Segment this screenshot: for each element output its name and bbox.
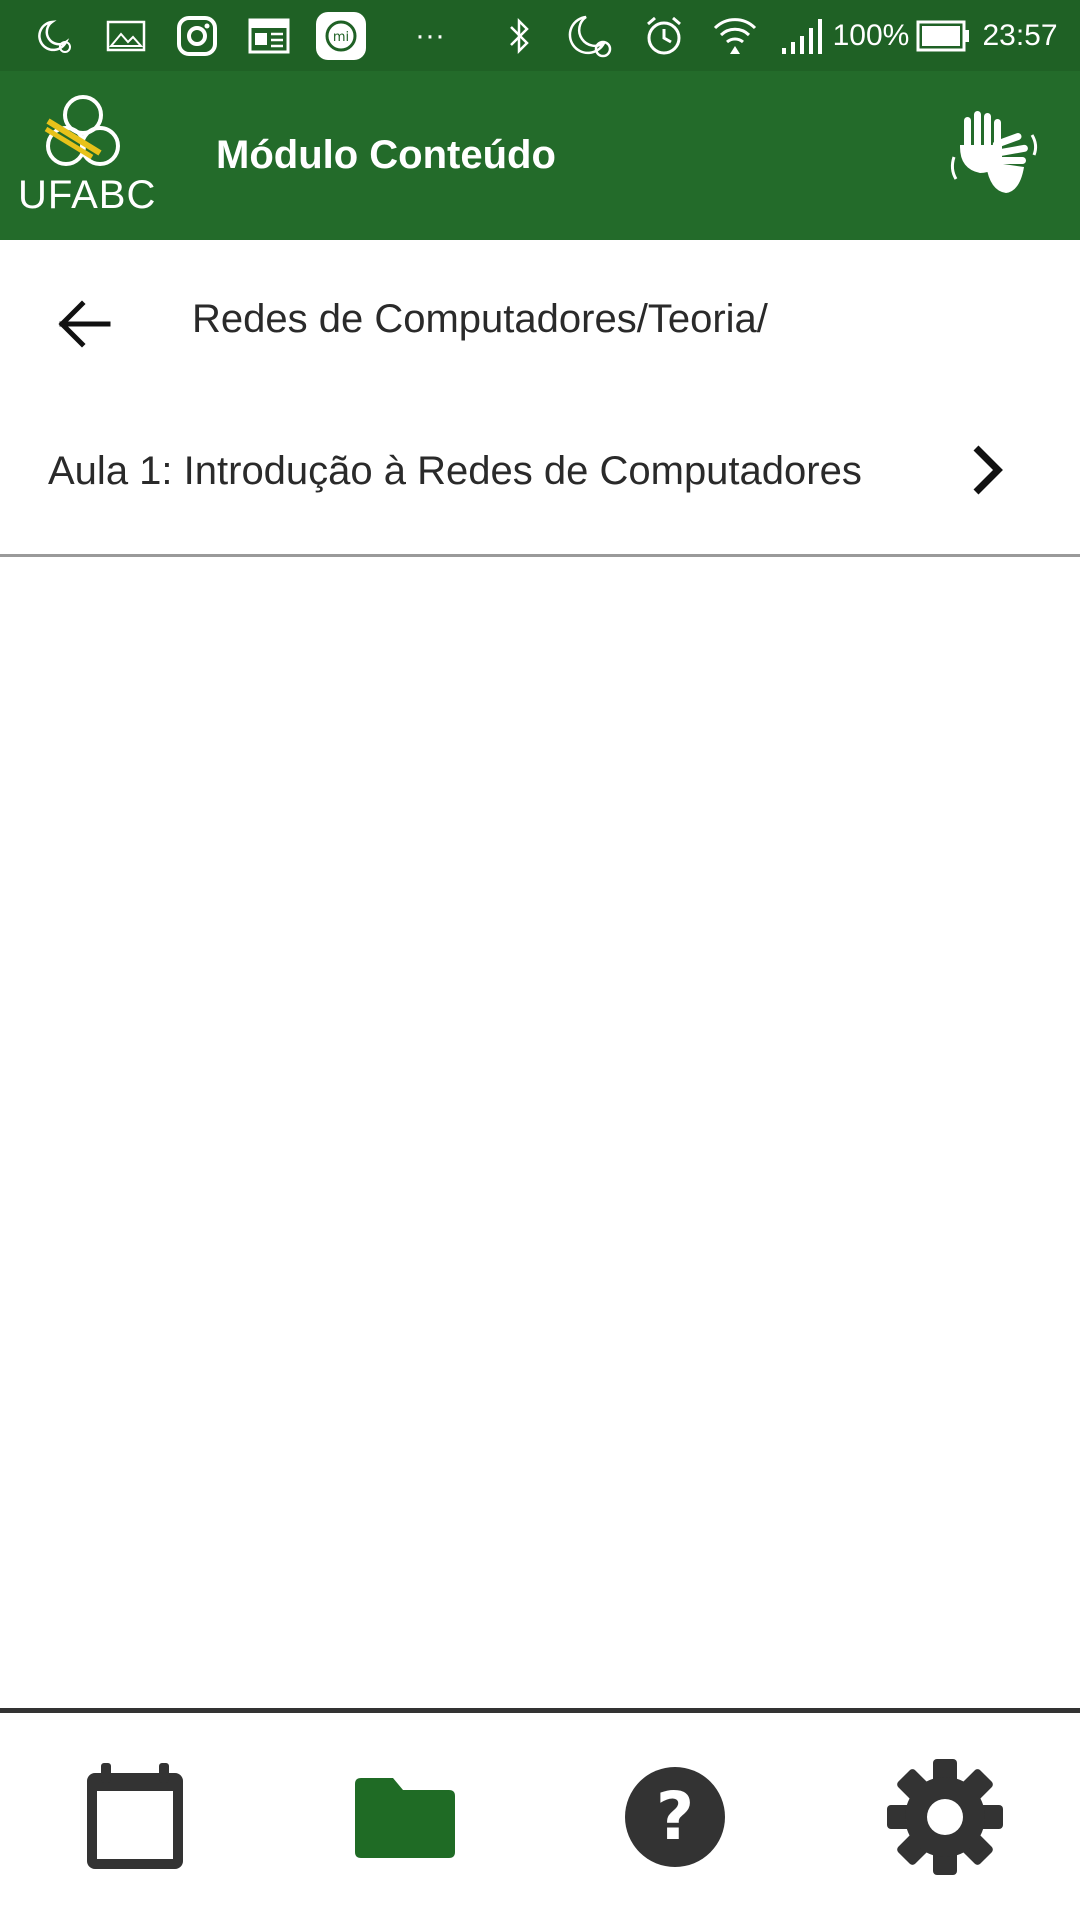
moon-alarm-icon: [562, 0, 616, 71]
chevron-right-icon: [973, 445, 1003, 495]
page-title: Módulo Conteúdo: [216, 133, 556, 177]
news-icon: [246, 0, 292, 71]
nav-calendar[interactable]: [0, 1713, 270, 1920]
nav-help[interactable]: ?: [540, 1713, 810, 1920]
screen: mi ··· 100% 23:57 UFABC Módulo Conteúdo …: [0, 0, 1080, 1920]
signal-icon: [778, 0, 826, 71]
svg-text:mi: mi: [333, 30, 349, 45]
breadcrumb-path: Redes de Computadores/Teoria/: [192, 297, 768, 341]
back-button[interactable]: [44, 284, 124, 364]
status-bar: mi ··· 100% 23:57: [0, 0, 1080, 71]
moon-alarm-icon: [32, 0, 76, 71]
overflow-indicator: ···: [415, 18, 445, 52]
svg-text:?: ?: [656, 1778, 694, 1855]
battery-icon: [916, 0, 970, 71]
logo-mark: [44, 95, 120, 166]
settings-icon: [887, 1758, 1003, 1875]
logo-text: UFABC: [18, 173, 157, 217]
mi-icon: mi: [314, 0, 368, 71]
list-item-label: Aula 1: Introdução à Redes de Computador…: [48, 449, 862, 493]
instagram-icon: [174, 0, 220, 71]
wifi-icon: [710, 0, 760, 71]
sign-language-button[interactable]: [946, 107, 1042, 203]
nav-content[interactable]: [270, 1713, 540, 1920]
gallery-icon: [104, 0, 148, 71]
sign-language-icon: [950, 111, 1038, 193]
help-icon: ?: [625, 1766, 725, 1867]
list-item[interactable]: Aula 1: Introdução à Redes de Computador…: [0, 398, 1080, 557]
app-bar: UFABC Módulo Conteúdo: [0, 71, 1080, 240]
nav-settings[interactable]: [810, 1713, 1080, 1920]
alarm-icon: [640, 0, 688, 71]
bottom-nav: ?: [0, 1713, 1080, 1920]
clock: 23:57: [982, 18, 1058, 52]
folder-icon: [355, 1777, 455, 1858]
battery-percentage: 100%: [832, 18, 910, 52]
calendar-icon: [87, 1762, 183, 1869]
ufabc-logo: UFABC: [18, 91, 157, 221]
breadcrumb: Redes de Computadores/Teoria/: [0, 240, 1080, 398]
arrow-left-icon: [58, 300, 111, 348]
bluetooth-icon: [500, 0, 540, 71]
